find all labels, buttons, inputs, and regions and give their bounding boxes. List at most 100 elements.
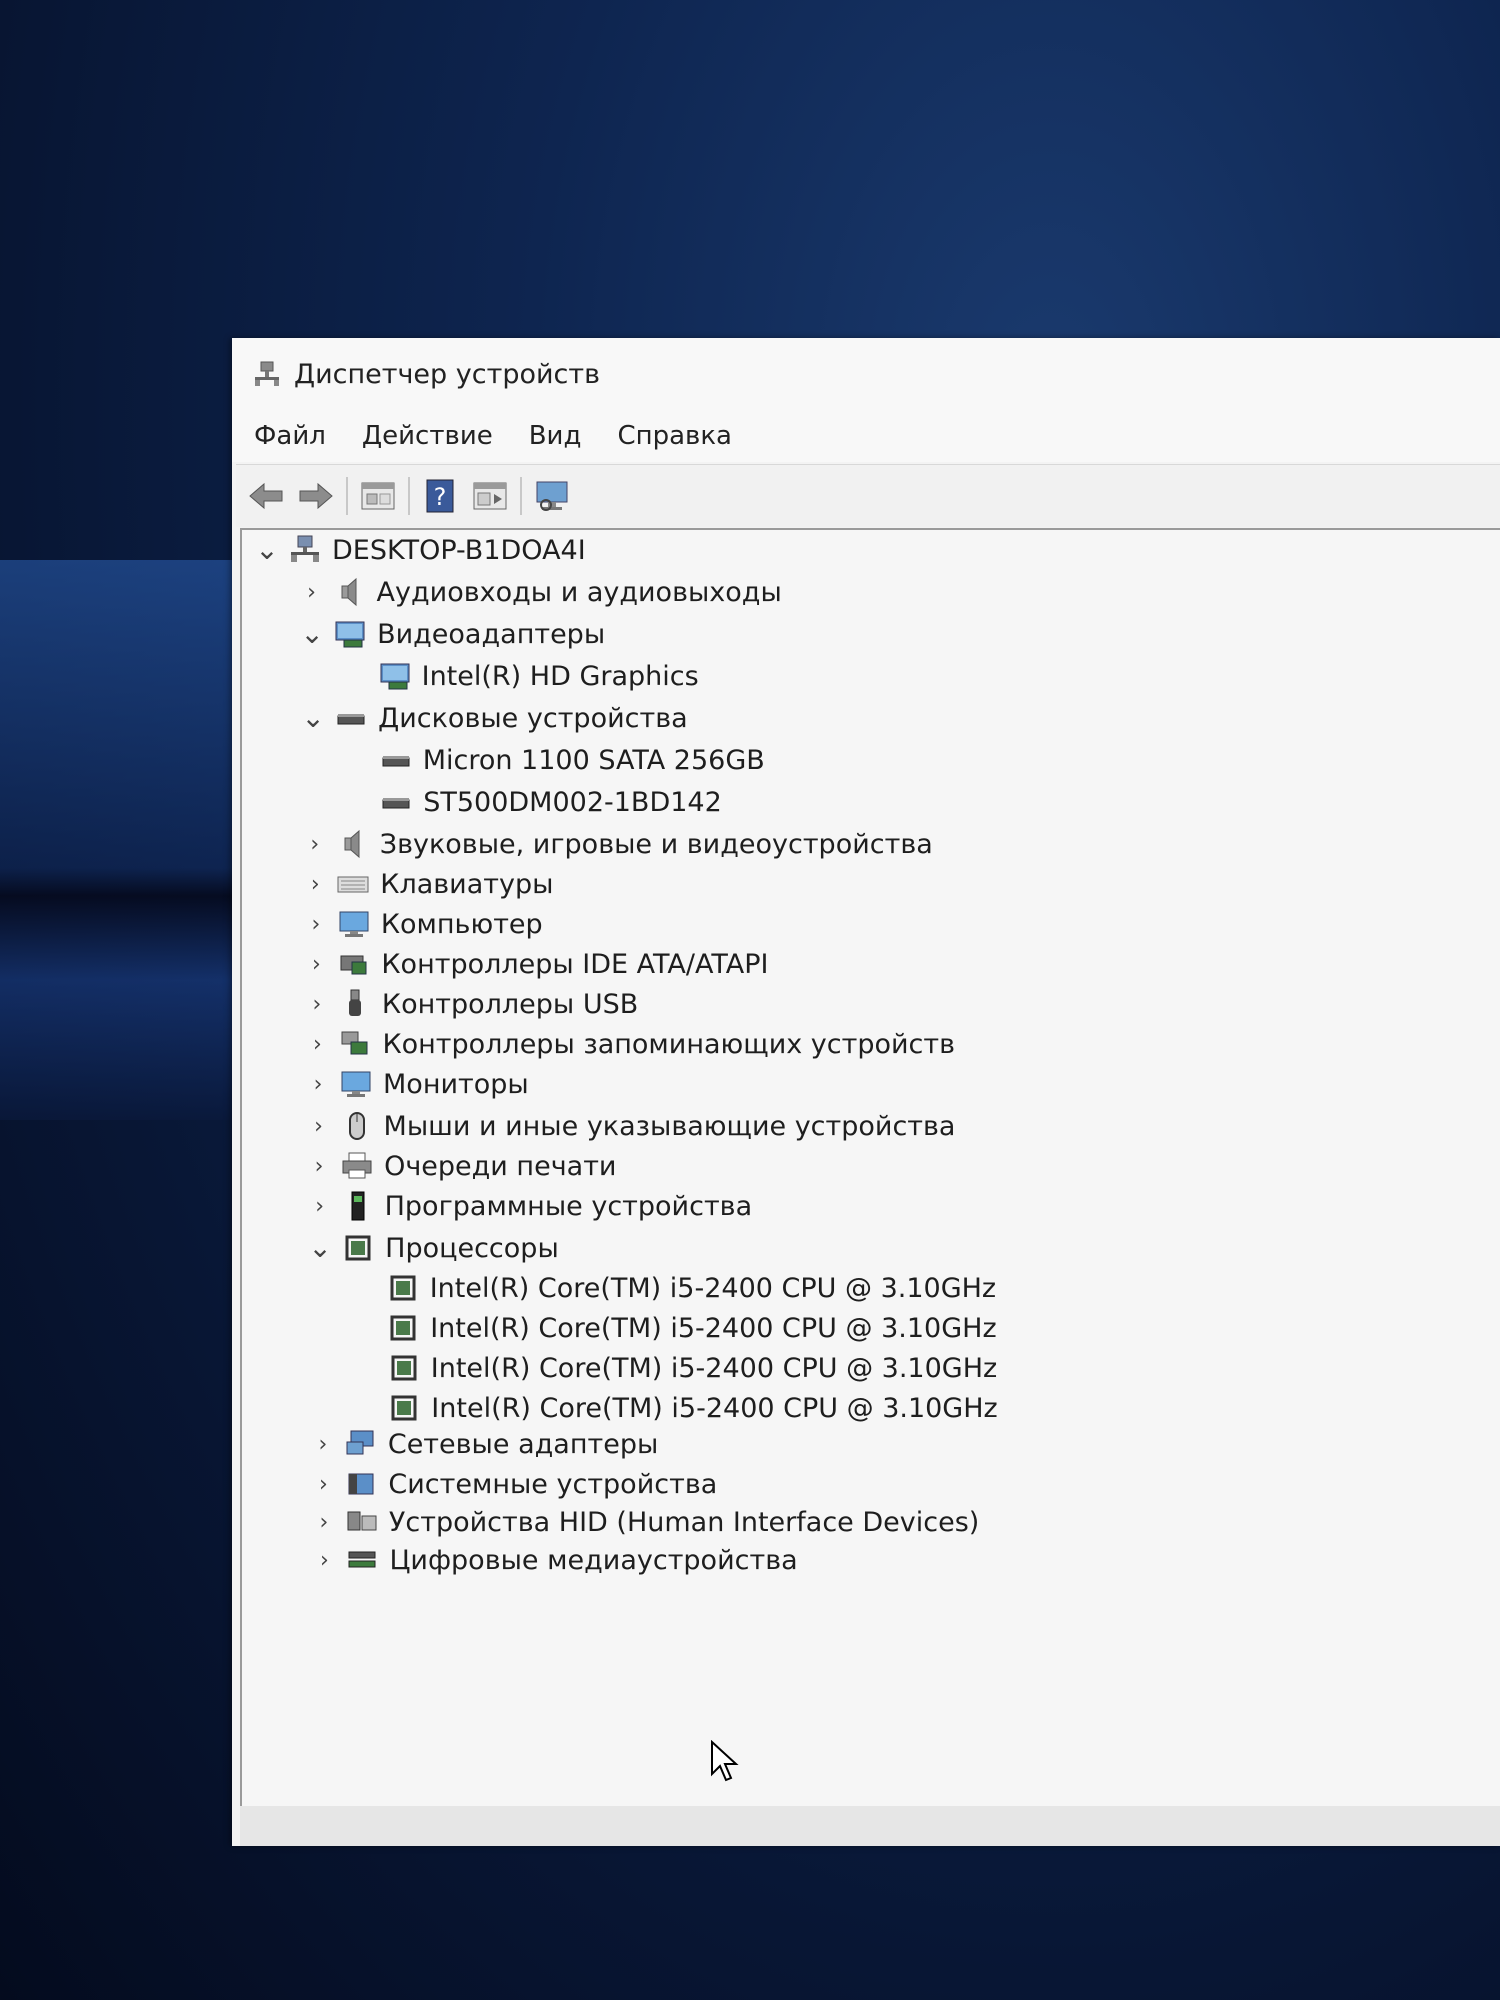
node-icon <box>379 787 413 817</box>
node-label: Очереди печати <box>384 1150 617 1182</box>
back-button[interactable] <box>246 476 286 516</box>
chevron-down-icon[interactable]: ⌄ <box>305 1234 335 1262</box>
tree-category-node[interactable]: › Аудиовходы и аудиовыходы <box>297 572 782 612</box>
chevron-down-icon[interactable]: ⌄ <box>297 620 327 648</box>
menu-action[interactable]: Действие <box>362 421 493 451</box>
node-icon <box>336 869 370 899</box>
menu-bar: Файл Действие Вид Справка <box>232 410 1500 462</box>
menu-file[interactable]: Файл <box>254 421 326 451</box>
chevron-right-icon[interactable]: › <box>301 912 331 937</box>
tree-device-node[interactable]: ST500DM002-1BD142 <box>343 782 722 822</box>
tree-device-node[interactable]: Intel(R) Core(TM) i5-2400 CPU @ 3.10GHz <box>351 1348 997 1388</box>
chevron-right-icon[interactable]: › <box>305 1194 335 1219</box>
printer-icon <box>342 1152 372 1179</box>
tree-category-node[interactable]: › Клавиатуры <box>300 864 554 904</box>
storage-controller-icon <box>341 1031 368 1055</box>
tree-category-node[interactable]: ⌄ Процессоры <box>305 1228 559 1268</box>
node-icon <box>338 989 372 1019</box>
back-arrow-icon <box>249 482 283 510</box>
node-label: Процессоры <box>385 1232 559 1264</box>
chevron-right-icon[interactable]: › <box>308 1432 338 1457</box>
tree-category-node[interactable]: › Мониторы <box>303 1064 529 1104</box>
tree-category-node[interactable]: › Системные устройства <box>308 1464 717 1504</box>
tree-category-node[interactable]: › Компьютер <box>301 904 542 944</box>
tree-device-node[interactable]: Intel(R) HD Graphics <box>342 656 699 696</box>
node-label: Мыши и иные указывающие устройства <box>383 1110 956 1142</box>
tree-root-node[interactable]: ⌄ DESKTOP-B1DOA4I <box>252 530 585 570</box>
tree-category-node[interactable]: ⌄ Дисковые устройства <box>298 698 688 738</box>
chevron-right-icon[interactable]: › <box>302 992 332 1017</box>
chevron-down-icon[interactable]: ⌄ <box>252 536 282 564</box>
processor-icon <box>391 1395 417 1421</box>
node-label: Контроллеры запоминающих устройств <box>382 1028 956 1060</box>
toolbar: ? <box>236 464 1500 527</box>
tree-category-node[interactable]: › Звуковые, игровые и видеоустройства <box>300 824 932 864</box>
window-title: Диспетчер устройств <box>294 358 601 390</box>
node-icon <box>337 949 371 979</box>
node-icon <box>340 1111 374 1141</box>
help-icon: ? <box>426 479 454 513</box>
node-icon <box>379 745 413 775</box>
node-label: Intel(R) Core(TM) i5-2400 CPU @ 3.10GHz <box>429 1272 997 1304</box>
node-label: Дисковые устройства <box>378 702 688 734</box>
tree-category-node[interactable]: › Очереди печати <box>304 1146 617 1186</box>
node-label: Устройства HID (Human Interface Devices) <box>388 1506 980 1538</box>
processor-icon <box>391 1355 417 1381</box>
node-label: Цифровые медиаустройства <box>389 1544 798 1576</box>
tree-category-node[interactable]: › Устройства HID (Human Interface Devices… <box>309 1502 980 1542</box>
chevron-right-icon[interactable]: › <box>308 1472 338 1497</box>
chevron-right-icon[interactable]: › <box>300 832 330 857</box>
tree-category-node[interactable]: › Цифровые медиаустройства <box>309 1540 798 1580</box>
desktop-wallpaper <box>0 560 260 1120</box>
tree-device-node[interactable]: Intel(R) Core(TM) i5-2400 CPU @ 3.10GHz <box>351 1388 998 1428</box>
tree-category-node[interactable]: › Мыши и иные указывающие устройства <box>304 1106 956 1146</box>
tree-category-node[interactable]: › Контроллеры USB <box>302 984 639 1024</box>
chevron-right-icon[interactable]: › <box>297 580 327 605</box>
node-icon <box>333 619 367 649</box>
tree-category-node[interactable]: › Контроллеры IDE ATA/ATAPI <box>301 944 769 984</box>
menu-help[interactable]: Справка <box>617 421 732 451</box>
chevron-right-icon[interactable]: › <box>303 1072 333 1097</box>
tree-device-node[interactable]: Intel(R) Core(TM) i5-2400 CPU @ 3.10GHz <box>350 1308 997 1348</box>
node-label: Системные устройства <box>388 1468 718 1500</box>
chevron-right-icon[interactable]: › <box>302 1032 332 1057</box>
node-icon <box>387 1353 421 1383</box>
properties-button[interactable] <box>358 476 398 516</box>
chevron-right-icon[interactable]: › <box>309 1548 339 1573</box>
node-icon <box>344 1429 378 1459</box>
title-bar[interactable]: Диспетчер устройств <box>232 338 1500 410</box>
node-icon <box>340 1151 374 1181</box>
node-icon <box>344 1469 378 1499</box>
network-adapter-icon <box>346 1430 374 1455</box>
chevron-right-icon[interactable]: › <box>304 1114 334 1139</box>
scan-hardware-button[interactable] <box>532 476 572 516</box>
node-label: Мониторы <box>383 1068 529 1100</box>
node-icon <box>339 1069 373 1099</box>
tree-device-node[interactable]: Intel(R) Core(TM) i5-2400 CPU @ 3.10GHz <box>350 1268 996 1308</box>
tree-category-node[interactable]: › Контроллеры запоминающих устройств <box>302 1024 955 1064</box>
tree-category-node[interactable]: ⌄ Видеоадаптеры <box>297 614 605 654</box>
chevron-right-icon[interactable]: › <box>300 872 330 897</box>
help-button[interactable]: ? <box>420 476 460 516</box>
tree-device-node[interactable]: Micron 1100 SATA 256GB <box>343 740 765 780</box>
menu-view[interactable]: Вид <box>529 421 582 451</box>
chevron-right-icon[interactable]: › <box>309 1510 339 1535</box>
mouse-icon <box>348 1112 365 1140</box>
node-label: Контроллеры IDE ATA/ATAPI <box>381 948 769 980</box>
tree-category-node[interactable]: › Сетевые адаптеры <box>308 1424 658 1464</box>
computer-network-icon <box>291 535 319 562</box>
system-device-icon <box>348 1473 374 1495</box>
chevron-right-icon[interactable]: › <box>304 1154 334 1179</box>
forward-button[interactable] <box>296 476 336 516</box>
chevron-right-icon[interactable]: › <box>301 952 331 977</box>
update-driver-button[interactable] <box>470 476 510 516</box>
node-icon <box>338 1029 372 1059</box>
tree-category-node[interactable]: › Программные устройства <box>305 1186 752 1226</box>
usb-icon <box>348 989 361 1016</box>
chevron-down-icon[interactable]: ⌄ <box>298 704 328 732</box>
processor-icon <box>390 1275 416 1301</box>
node-label: Сетевые адаптеры <box>387 1428 659 1460</box>
speaker-icon <box>341 577 357 607</box>
node-label: Intel(R) HD Graphics <box>421 660 699 692</box>
node-label: Intel(R) Core(TM) i5-2400 CPU @ 3.10GHz <box>430 1352 998 1384</box>
